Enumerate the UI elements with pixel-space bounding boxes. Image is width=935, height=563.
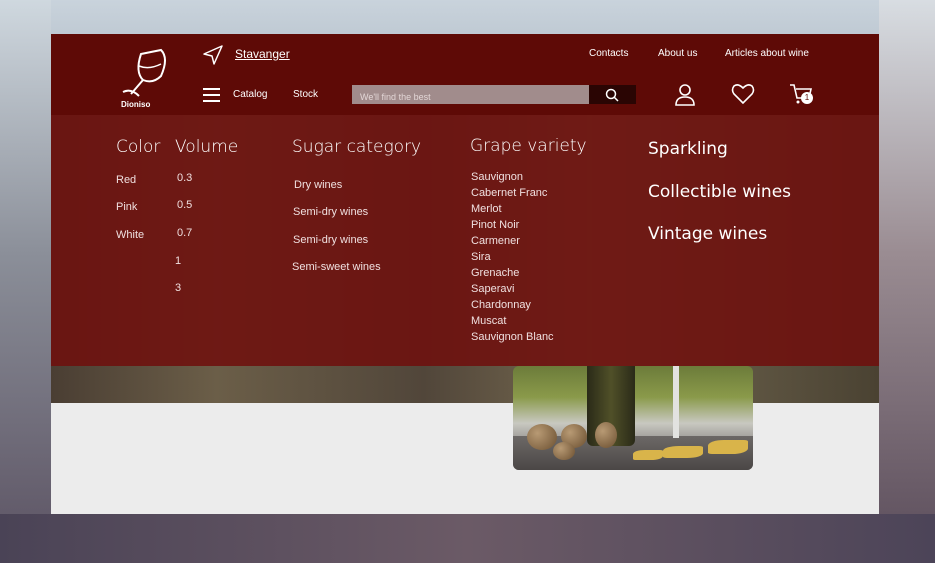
background-blur-left [0, 0, 51, 563]
heart-icon[interactable] [731, 82, 755, 106]
menu-item-color[interactable]: Red [116, 174, 136, 186]
catalog-link[interactable]: Catalog [233, 89, 267, 100]
menu-item-grape[interactable]: Grenache [471, 267, 519, 279]
site-header: Dioniso Stavanger Contacts About us Arti… [51, 34, 879, 115]
menu-item-volume[interactable]: 0.7 [177, 227, 192, 239]
search-input[interactable] [352, 87, 593, 107]
sparkling-link[interactable]: Sparkling [648, 139, 728, 159]
search-button[interactable] [589, 85, 636, 104]
menu-item-volume[interactable]: 0.3 [177, 172, 192, 184]
menu-item-volume[interactable]: 0.5 [177, 199, 192, 211]
user-icon[interactable] [673, 82, 697, 106]
brand-name[interactable]: Dioniso [121, 100, 150, 109]
menu-item-volume[interactable]: 3 [175, 282, 181, 294]
search-field [352, 85, 593, 107]
menu-item-grape[interactable]: Pinot Noir [471, 219, 519, 231]
background-blur-bottom [0, 514, 935, 563]
menu-item-grape[interactable]: Carmener [471, 235, 520, 247]
walnut-image [527, 424, 557, 450]
vintage-wines-link[interactable]: Vintage wines [648, 224, 767, 244]
menu-item-sugar[interactable]: Semi-dry wines [293, 234, 368, 246]
articles-link[interactable]: Articles about wine [725, 48, 809, 59]
leaf-image [708, 440, 748, 454]
menu-item-volume[interactable]: 1 [175, 255, 181, 267]
menu-item-sugar[interactable]: Dry wines [294, 179, 342, 191]
menu-item-grape[interactable]: Sauvignon [471, 171, 523, 183]
leaf-image [663, 446, 703, 458]
menu-item-color[interactable]: White [116, 229, 144, 241]
menu-item-color[interactable]: Pink [116, 201, 137, 213]
page-frame: Dioniso Stavanger Contacts About us Arti… [51, 34, 879, 514]
catalog-mega-menu: Color Red Pink White Volume 0.3 0.5 0.7 … [51, 115, 879, 366]
background-blur-right [879, 0, 935, 563]
menu-burger-icon[interactable] [203, 88, 220, 102]
location-arrow-icon[interactable] [202, 44, 224, 66]
menu-title-sugar: Sugar category [292, 137, 422, 157]
menu-item-sugar[interactable]: Semi-dry wines [293, 206, 368, 218]
walnut-image [595, 422, 617, 448]
wine-glass-image [673, 366, 679, 438]
menu-title-volume: Volume [175, 137, 239, 157]
menu-item-grape[interactable]: Chardonnay [471, 299, 531, 311]
cart-count-badge: 1 [801, 92, 813, 104]
menu-item-sugar[interactable]: Semi-sweet wines [292, 261, 381, 273]
menu-item-grape[interactable]: Muscat [471, 315, 506, 327]
stock-link[interactable]: Stock [293, 89, 318, 100]
search-icon [605, 88, 619, 102]
menu-item-grape[interactable]: Saperavi [471, 283, 514, 295]
contacts-link[interactable]: Contacts [589, 48, 628, 59]
leaf-image [633, 450, 663, 460]
location-city-link[interactable]: Stavanger [235, 47, 290, 61]
menu-item-grape[interactable]: Merlot [471, 203, 502, 215]
menu-title-color: Color [116, 137, 161, 157]
collectible-wines-link[interactable]: Collectible wines [648, 182, 791, 202]
menu-item-grape[interactable]: Sira [471, 251, 491, 263]
menu-title-grape: Grape variety [470, 136, 587, 156]
menu-item-grape[interactable]: Cabernet Franc [471, 187, 547, 199]
walnut-image [553, 442, 575, 460]
about-us-link[interactable]: About us [658, 48, 697, 59]
menu-item-grape[interactable]: Sauvignon Blanc [471, 331, 554, 343]
wine-photo-card [513, 366, 753, 470]
